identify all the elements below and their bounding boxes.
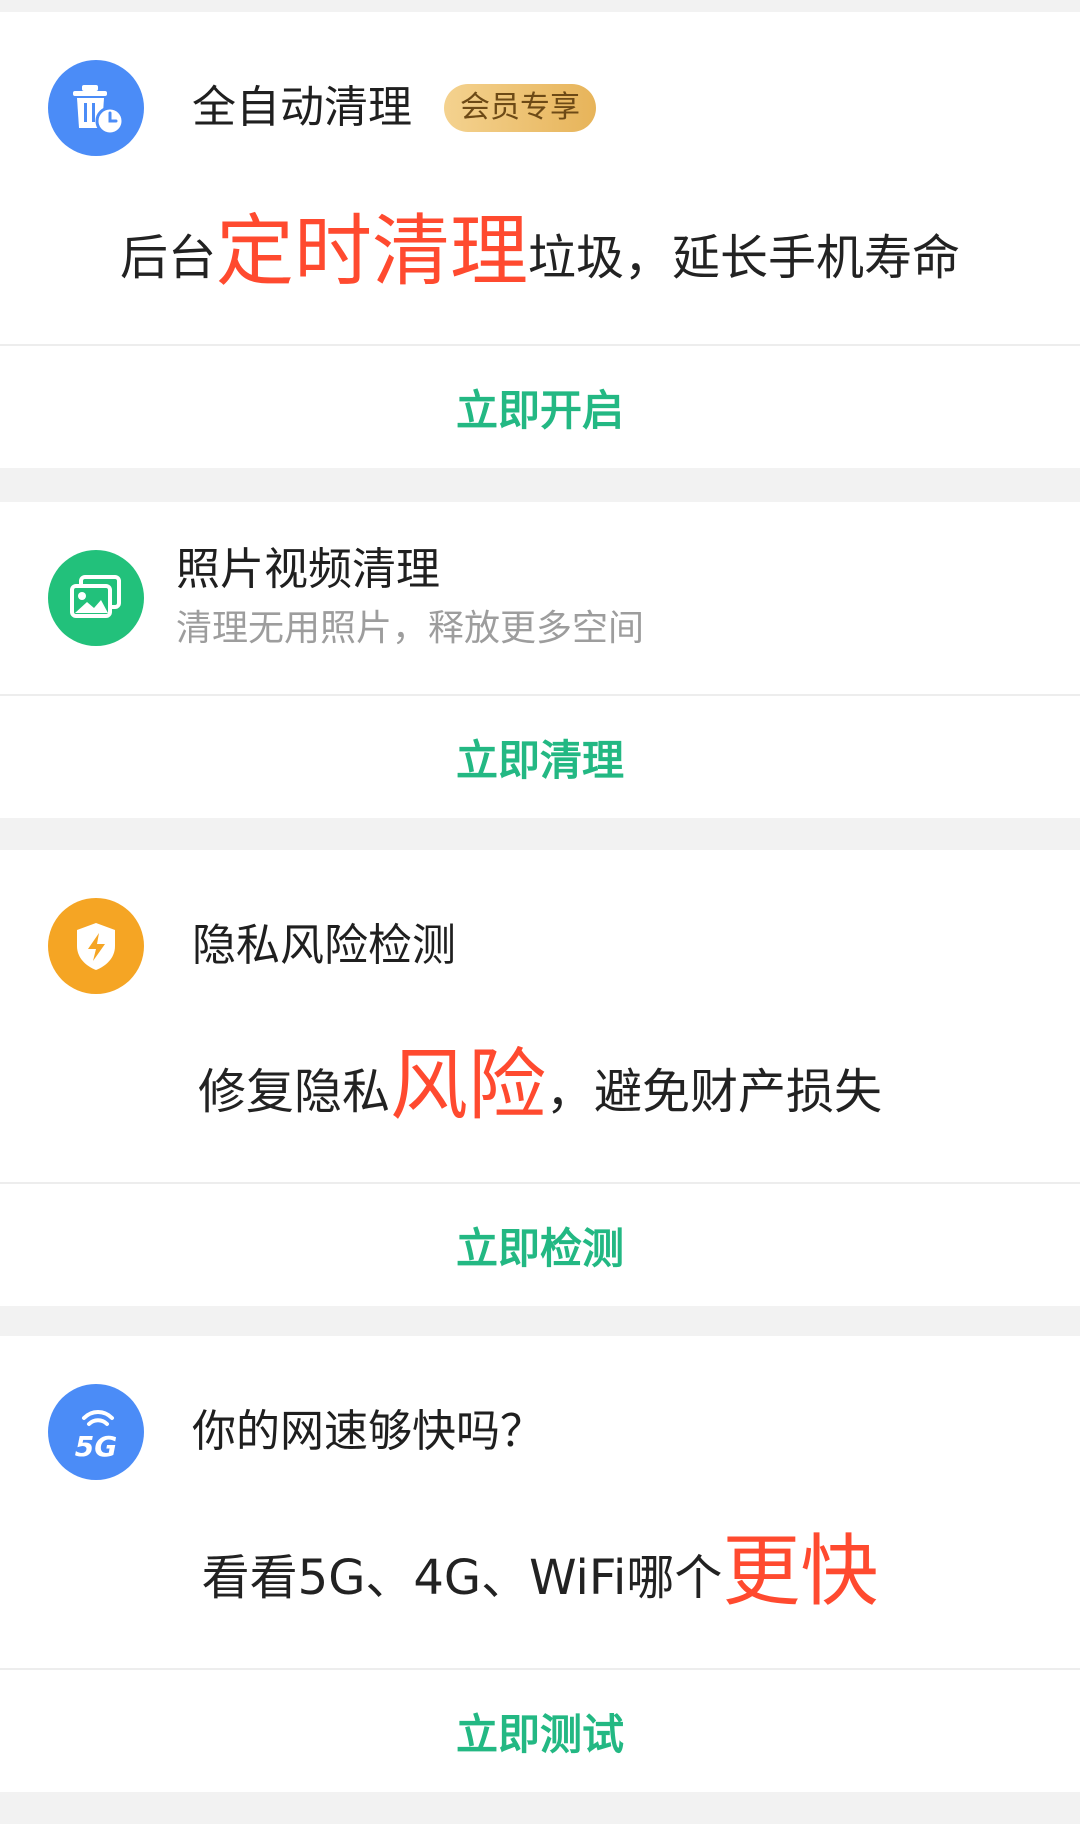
promo-suffix: ，避免财产损失	[546, 1064, 883, 1120]
enable-now-button[interactable]: 立即开启	[0, 346, 1080, 468]
promo-highlight: 定时清理	[215, 207, 528, 297]
network-speed-card: 5G 你的网速够快吗？ 看看5G、4G、WiFi哪个更快 立即测试	[0, 1336, 1080, 1792]
promo-prefix: 后台	[119, 230, 216, 286]
promo-text: 看看5G、4G、WiFi哪个更快	[0, 1532, 1080, 1618]
card-title: 全自动清理	[192, 82, 412, 133]
auto-clean-card: 全自动清理 会员专享 后台定时清理垃圾，延长手机寿命 立即开启	[0, 12, 1080, 468]
card-title: 你的网速够快吗？	[192, 1406, 544, 1457]
5g-icon: 5G	[48, 1384, 144, 1480]
card-title: 隐私风险检测	[192, 920, 456, 971]
photo-video-clean-card: 照片视频清理 清理无用照片，释放更多空间 立即清理	[0, 502, 1080, 818]
promo-text: 后台定时清理垃圾，延长手机寿命	[0, 212, 1080, 298]
test-now-button[interactable]: 立即测试	[0, 1670, 1080, 1792]
detect-now-button[interactable]: 立即检测	[0, 1184, 1080, 1306]
trash-clock-icon	[48, 60, 144, 156]
promo-text: 修复隐私风险，避免财产损失	[0, 1046, 1080, 1132]
shield-bolt-icon	[48, 898, 144, 994]
privacy-risk-card: 隐私风险检测 修复隐私风险，避免财产损失 立即检测	[0, 850, 1080, 1306]
clean-now-button[interactable]: 立即清理	[0, 696, 1080, 818]
card-title: 照片视频清理	[176, 544, 440, 595]
promo-suffix: 垃圾，延长手机寿命	[528, 230, 961, 286]
svg-text:5G: 5G	[75, 1430, 117, 1463]
promo-highlight: 更快	[722, 1527, 879, 1617]
promo-highlight: 风险	[389, 1041, 546, 1131]
photo-icon	[48, 550, 144, 646]
promo-prefix: 修复隐私	[197, 1064, 390, 1120]
promo-prefix: 看看5G、4G、WiFi哪个	[201, 1550, 723, 1606]
card-subtitle: 清理无用照片，释放更多空间	[176, 608, 645, 649]
vip-badge: 会员专享	[444, 84, 596, 132]
